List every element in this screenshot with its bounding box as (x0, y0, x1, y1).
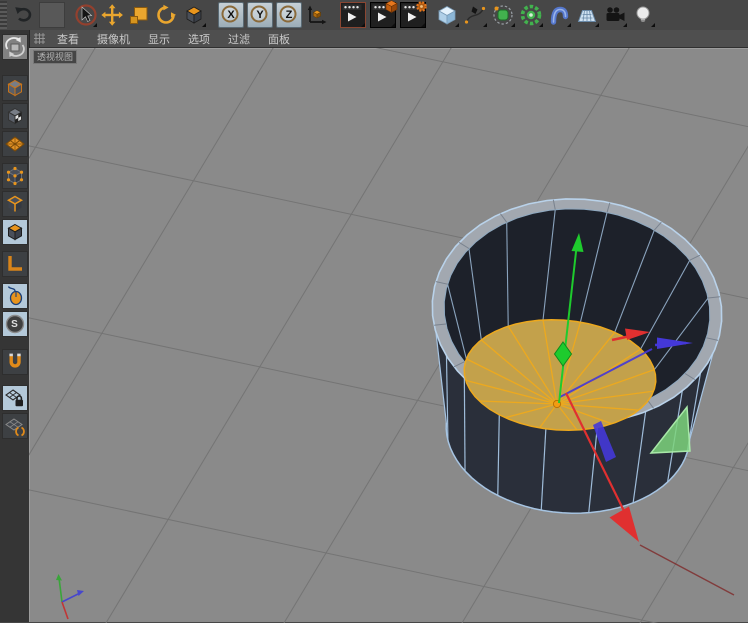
make-editable-glyph (3, 35, 27, 59)
workplane-mode-icon[interactable] (2, 131, 28, 157)
mode-toolbar: S (0, 30, 30, 622)
scale-tool-icon[interactable] (127, 3, 151, 27)
orange-cube-overlay (385, 0, 398, 13)
make-editable-icon[interactable] (2, 34, 28, 60)
menu-item-options[interactable]: 选项 (179, 31, 219, 47)
recent-tool-glyph (182, 3, 206, 27)
generators-glyph (519, 3, 543, 27)
cube-primitive-glyph (435, 3, 459, 27)
deformers-glyph (547, 3, 571, 27)
rotate-tool-icon[interactable] (154, 3, 178, 27)
redo-empty-slot[interactable] (39, 2, 65, 28)
render-view-glyph (341, 3, 363, 25)
c4d-window: { "toolbar": { "axis_labels": {"x": "X",… (0, 0, 748, 622)
z-axis-label: Z (277, 3, 301, 27)
undo-glyph (12, 3, 36, 27)
live-selection-icon[interactable] (73, 3, 97, 27)
menu-item-filter[interactable]: 过滤 (219, 31, 259, 47)
environment-objects-icon[interactable] (575, 3, 599, 27)
lock-workplane-icon[interactable] (2, 385, 28, 411)
lock-y-axis-button[interactable]: Y (247, 2, 273, 28)
coordinate-system-glyph (305, 3, 329, 27)
texture-mode-icon[interactable] (2, 103, 28, 129)
undo-icon[interactable] (12, 3, 36, 27)
enable-snap-magnet-icon[interactable] (2, 349, 28, 375)
light-glyph (631, 3, 655, 27)
edges-mode-icon[interactable] (2, 191, 28, 217)
menu-item-camera[interactable]: 摄像机 (88, 31, 139, 47)
mouse-glyph (3, 284, 27, 308)
spline-pen-glyph (463, 3, 487, 27)
world-axis-gizmo (56, 574, 84, 619)
light-objects-icon[interactable] (631, 3, 655, 27)
move-tool-icon[interactable] (100, 3, 124, 27)
move-glyph (100, 3, 124, 27)
enable-axis-glyph (3, 252, 27, 276)
x-axis-big-arrow[interactable] (610, 507, 640, 543)
workplane-mode-glyph (3, 132, 27, 156)
camera-objects-icon[interactable] (603, 3, 627, 27)
perspective-viewport[interactable]: 透视视图 (29, 48, 748, 622)
lock-workplane-glyph (3, 386, 27, 410)
snap-letter: S (3, 312, 27, 336)
spline-pen-icon[interactable] (463, 3, 487, 27)
viewport-label[interactable]: 透视视图 (33, 50, 77, 64)
rotate-glyph (154, 3, 178, 27)
subdivision-glyph (491, 3, 515, 27)
lock-x-axis-button[interactable]: X (218, 2, 244, 28)
y-axis-label: Y (248, 3, 272, 27)
live-selection-glyph (73, 3, 97, 27)
viewport-menubar: 查看 摄像机 显示 选项 过滤 面板 (29, 30, 748, 48)
viewport-canvas[interactable] (29, 48, 748, 623)
scale-glyph (127, 3, 151, 27)
subdivision-surface-icon[interactable] (491, 3, 515, 27)
menu-grid-icon[interactable] (33, 32, 46, 45)
workplane-glyph (3, 414, 27, 438)
render-to-picture-viewer-button[interactable] (370, 2, 396, 28)
lock-z-axis-button[interactable]: Z (276, 2, 302, 28)
main-toolbar: X Y Z (0, 0, 748, 31)
recent-tool-cube-icon[interactable] (182, 3, 206, 27)
environment-glyph (575, 3, 599, 27)
polygons-mode-glyph (3, 220, 27, 244)
camera-glyph (603, 3, 627, 27)
orange-gear-overlay (415, 0, 428, 13)
coordinate-system-icon[interactable] (305, 3, 329, 27)
palette-drag-handle[interactable] (0, 1, 7, 29)
edit-render-settings-button[interactable] (400, 2, 426, 28)
magnet-glyph (3, 350, 27, 374)
polygons-mode-icon[interactable] (2, 219, 28, 245)
add-cube-primitive-icon[interactable] (435, 3, 459, 27)
model-mode-icon[interactable] (2, 75, 28, 101)
viewport-solo-icon[interactable] (2, 283, 28, 309)
deformers-icon[interactable] (547, 3, 571, 27)
points-mode-glyph (3, 164, 27, 188)
generators-icon[interactable] (519, 3, 543, 27)
menu-item-view[interactable]: 查看 (48, 31, 88, 47)
edges-mode-glyph (3, 192, 27, 216)
texture-mode-glyph (3, 104, 27, 128)
menu-item-display[interactable]: 显示 (139, 31, 179, 47)
render-view-button[interactable] (340, 2, 366, 28)
points-mode-icon[interactable] (2, 163, 28, 189)
model-mode-glyph (3, 76, 27, 100)
enable-axis-icon[interactable] (2, 251, 28, 277)
workplane-icon[interactable] (2, 413, 28, 439)
x-axis-label: X (219, 3, 243, 27)
snap-settings-icon[interactable]: S (2, 311, 28, 337)
menu-item-panel[interactable]: 面板 (259, 31, 299, 47)
